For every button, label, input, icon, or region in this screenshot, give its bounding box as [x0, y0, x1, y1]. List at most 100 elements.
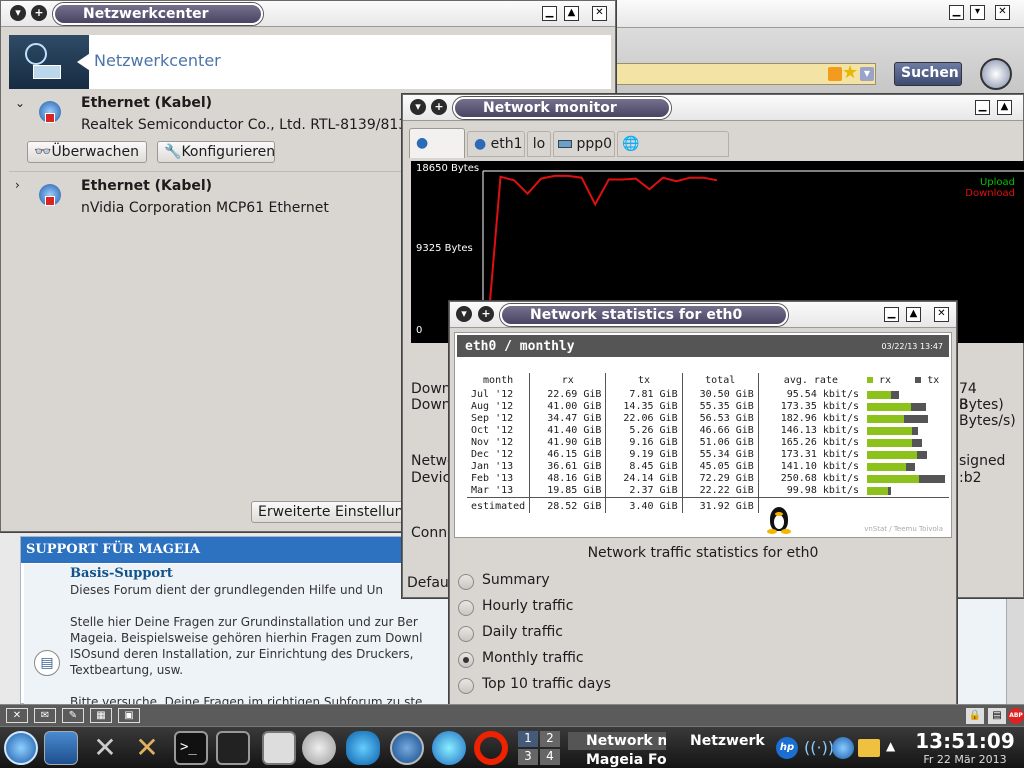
- advanced-settings-button[interactable]: Erweiterte Einstellunge: [251, 501, 421, 523]
- terminal-icon[interactable]: >_: [174, 731, 208, 765]
- stats-menu-button[interactable]: ▾: [456, 306, 472, 322]
- mageia-menu-icon[interactable]: [4, 731, 38, 765]
- device-expander-2[interactable]: ›: [15, 178, 20, 192]
- traffic-bar-cell: [863, 485, 949, 498]
- vnstat-row: Aug '12 41.00 GiB 14.35 GiB 55.35 GiB 173.35…: [467, 401, 949, 413]
- netmon-maximize-button[interactable]: ▲: [997, 100, 1012, 115]
- clock-time[interactable]: 13:51:09: [910, 729, 1020, 753]
- media-icon[interactable]: [216, 731, 250, 765]
- est-label: estimated: [467, 497, 530, 513]
- option-top10-label[interactable]: Top 10 traffic days: [482, 676, 611, 692]
- browser-menu-icon[interactable]: [980, 58, 1012, 90]
- option-summary-radio[interactable]: [458, 574, 474, 590]
- netmon-minimize-button[interactable]: ▁: [975, 100, 990, 115]
- stats-pin-button[interactable]: +: [478, 306, 494, 322]
- option-summary-label[interactable]: Summary: [482, 572, 550, 588]
- option-top10-radio[interactable]: [458, 678, 474, 694]
- task-netzwerkcenter[interactable]: Netzwerk: [672, 732, 766, 750]
- rx-bar: [867, 463, 906, 471]
- rate-cell: 95.54 kbit/s: [757, 389, 863, 401]
- tab-lo[interactable]: lo: [527, 131, 551, 157]
- stats-window: ▾ + Network statistics for eth0 ▁ ▲ ✕ et…: [449, 301, 957, 728]
- configure-button[interactable]: 🔧Konfigurieren: [157, 141, 275, 163]
- netmon-menu-button[interactable]: ▾: [410, 99, 426, 115]
- est-bar: [863, 497, 949, 513]
- option-monthly-label[interactable]: Monthly traffic: [482, 650, 584, 666]
- desktop-icon[interactable]: [44, 731, 78, 765]
- tray-expander-icon[interactable]: ▲: [886, 739, 895, 753]
- tab-ppp0[interactable]: ppp0: [553, 131, 615, 157]
- image-viewer-small-icon[interactable]: ✉: [34, 708, 56, 723]
- netcenter-minimize-button[interactable]: ▁: [542, 6, 557, 21]
- option-monthly-radio[interactable]: [458, 652, 474, 668]
- opera-icon[interactable]: [474, 731, 508, 765]
- netcenter-pin-button[interactable]: +: [31, 5, 47, 21]
- option-hourly-label[interactable]: Hourly traffic: [482, 598, 573, 614]
- terminal-small-icon[interactable]: ▣: [118, 708, 140, 723]
- settings-small-icon[interactable]: ▦: [90, 708, 112, 723]
- monitor-button[interactable]: 👓Überwachen: [27, 141, 147, 163]
- stats-maximize-button[interactable]: ▲: [906, 307, 921, 322]
- browser-shade-button[interactable]: ▾: [970, 5, 985, 20]
- rate-cell: 250.68 kbit/s: [757, 473, 863, 485]
- month-cell: Dec '12: [471, 449, 514, 460]
- netcenter-close-button[interactable]: ✕: [592, 6, 607, 21]
- tx-bar: [911, 403, 926, 411]
- forum-desc-5: Textbeartung, usw.: [70, 663, 184, 677]
- stats-close-button[interactable]: ✕: [934, 307, 949, 322]
- browser-close-button[interactable]: ✕: [995, 5, 1010, 20]
- forum-title-link[interactable]: Basis-Support: [70, 566, 173, 581]
- rx-bar: [867, 439, 912, 447]
- url-dropdown-icon[interactable]: ▼: [860, 67, 874, 81]
- tab-eth0[interactable]: ● eth0: [409, 128, 465, 179]
- wireless-icon[interactable]: ((·)): [804, 737, 834, 759]
- thunderbird-icon[interactable]: [432, 731, 466, 765]
- task-mageia-forum[interactable]: Mageia Fo: [568, 751, 666, 768]
- folder-tray-icon[interactable]: [858, 739, 880, 757]
- pager-desktop-3[interactable]: 3: [518, 749, 538, 765]
- pager-desktop-4[interactable]: 4: [540, 749, 560, 765]
- traffic-bar-cell: [863, 437, 949, 449]
- hp-icon[interactable]: hp: [776, 737, 798, 759]
- chat-icon[interactable]: [346, 731, 380, 765]
- bookmark-star-icon[interactable]: ★: [842, 63, 858, 83]
- netcenter-maximize-button[interactable]: ▲: [564, 6, 579, 21]
- phone-icon[interactable]: [302, 731, 336, 765]
- task-network-monitor[interactable]: Network n: [568, 732, 666, 750]
- pager-desktop-2[interactable]: 2: [540, 731, 560, 747]
- netcenter-menu-button[interactable]: ▾: [10, 5, 26, 21]
- tx-cell: 9.19 GiB: [605, 449, 683, 461]
- traffic-bar: [867, 438, 945, 448]
- editor-small-icon[interactable]: ✎: [62, 708, 84, 723]
- option-daily-label[interactable]: Daily traffic: [482, 624, 563, 640]
- lock-icon[interactable]: 🔒: [966, 708, 984, 724]
- option-daily-radio[interactable]: [458, 626, 474, 642]
- tab-eth1[interactable]: ● eth1: [467, 131, 525, 157]
- browser-minimize-button[interactable]: ▁: [949, 5, 964, 20]
- control-center-icon[interactable]: ✕: [130, 731, 164, 765]
- tab-lo-label: lo: [532, 136, 546, 152]
- vnstat-row: Dec '12 46.15 GiB 9.19 GiB 55.34 GiB 173.31 …: [467, 449, 949, 461]
- tx-cell: 2.37 GiB: [605, 485, 683, 498]
- tools-icon[interactable]: ✕: [88, 731, 122, 765]
- calculator-icon[interactable]: [262, 731, 296, 765]
- kde-menu-small-icon[interactable]: ✕: [6, 708, 28, 723]
- vnstat-image: eth0 / monthly 03/22/13 13:47 month rx t…: [454, 332, 952, 538]
- clock-date[interactable]: Fr 22 Mär 2013: [910, 753, 1020, 766]
- network-tray-icon[interactable]: [832, 737, 854, 759]
- device-expander-1[interactable]: ⌄: [15, 96, 25, 110]
- rss-icon[interactable]: [828, 67, 842, 81]
- printer-icon[interactable]: ▤: [988, 708, 1006, 724]
- option-hourly-radio[interactable]: [458, 600, 474, 616]
- tab-ppp0-label: ppp0: [576, 136, 613, 152]
- search-button[interactable]: Suchen: [894, 62, 962, 86]
- pager-desktop-1[interactable]: 1: [518, 731, 538, 747]
- forum-desc-4: ISOsund deren Installation, zur Einricht…: [70, 647, 414, 661]
- browser-globe-icon[interactable]: [390, 731, 424, 765]
- netmon-default-button[interactable]: Defaul: [407, 575, 453, 591]
- netmon-pin-button[interactable]: +: [431, 99, 447, 115]
- stats-minimize-button[interactable]: ▁: [884, 307, 899, 322]
- adblock-icon[interactable]: ABP: [1008, 708, 1024, 724]
- tab-connections[interactable]: 🌐 connections: [617, 131, 729, 176]
- tx-cell: 5.26 GiB: [605, 425, 683, 437]
